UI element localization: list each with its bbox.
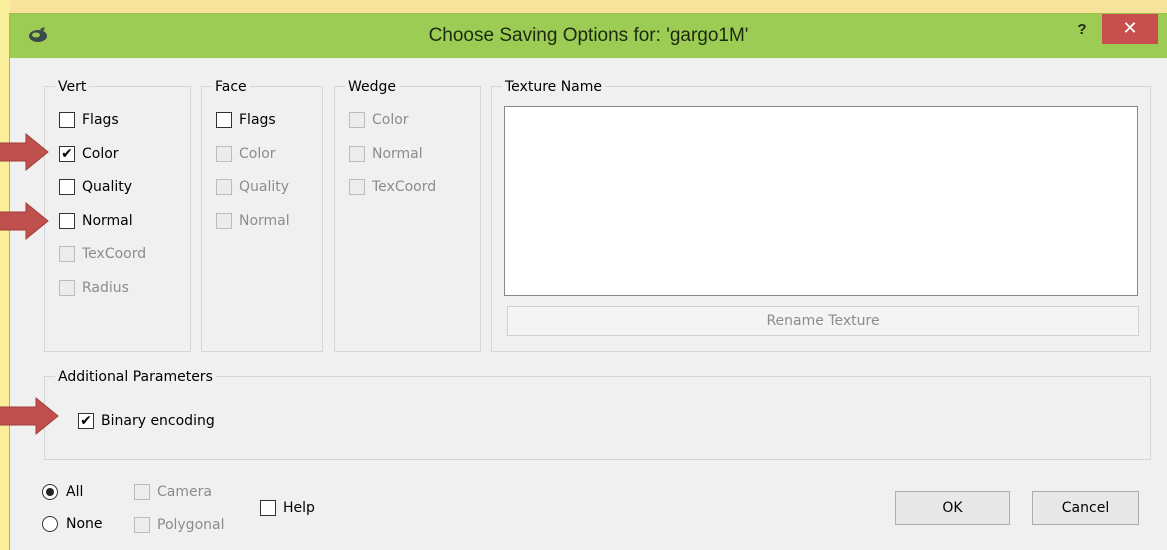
- vert-radius-box[interactable]: [59, 279, 75, 296]
- face-group-title: Face: [212, 78, 250, 96]
- save-options-dialog: Choose Saving Options for: 'gargo1M' ? ✕…: [10, 14, 1167, 550]
- vert-quality-label: Quality: [82, 179, 133, 195]
- vert-group: Vert Flags ✔ Color Quality Normal TexCoord Rad…: [44, 78, 191, 352]
- background-strip: [0, 0, 1167, 14]
- face-flags-label: Flags: [239, 112, 276, 128]
- camera-box[interactable]: [134, 484, 150, 500]
- wedge-group: Wedge Color Normal TexCoord: [334, 78, 481, 352]
- vert-quality-checkbox[interactable]: Quality: [59, 176, 132, 198]
- cancel-button[interactable]: Cancel: [1032, 491, 1139, 525]
- vert-texcoord-box[interactable]: [59, 246, 75, 262]
- binary-encoding-label: Binary encoding: [101, 413, 215, 429]
- radio-none-dot[interactable]: [42, 516, 58, 532]
- help-checkbox[interactable]: Help: [260, 497, 315, 519]
- binary-encoding-box[interactable]: ✔: [78, 413, 94, 429]
- face-color-box[interactable]: [216, 145, 232, 162]
- help-title-button[interactable]: ?: [1070, 18, 1094, 42]
- wedge-texcoord-label: TexCoord: [372, 179, 437, 195]
- vert-flags-box[interactable]: [59, 112, 75, 128]
- wedge-normal-box[interactable]: [349, 145, 365, 162]
- face-flags-box[interactable]: [216, 112, 232, 128]
- vert-normal-label: Normal: [82, 212, 133, 229]
- vert-quality-box[interactable]: [59, 179, 75, 195]
- vert-normal-box[interactable]: [59, 212, 75, 229]
- vert-flags-checkbox[interactable]: Flags: [59, 109, 119, 131]
- face-normal-label: Normal: [239, 212, 290, 229]
- binary-encoding-checkbox[interactable]: ✔ Binary encoding: [78, 410, 215, 432]
- ok-button[interactable]: OK: [895, 491, 1010, 525]
- camera-label: Camera: [157, 484, 212, 500]
- help-box[interactable]: [260, 500, 276, 516]
- face-color-label: Color: [239, 145, 276, 162]
- radio-none[interactable]: None: [42, 516, 103, 532]
- close-button[interactable]: ✕: [1102, 14, 1158, 44]
- additional-parameters-title: Additional Parameters: [55, 368, 216, 386]
- wedge-color-checkbox[interactable]: Color: [349, 109, 409, 131]
- vert-color-box[interactable]: ✔: [59, 145, 75, 162]
- dialog-title: Choose Saving Options for: 'gargo1M': [428, 25, 749, 46]
- wedge-group-title: Wedge: [345, 78, 400, 96]
- radio-all-dot[interactable]: [42, 484, 58, 500]
- face-group: Face Flags Color Quality Normal: [201, 78, 323, 352]
- polygonal-label: Polygonal: [157, 517, 225, 533]
- title-bar[interactable]: Choose Saving Options for: 'gargo1M' ? ✕: [10, 14, 1167, 58]
- vert-radius-checkbox[interactable]: Radius: [59, 277, 129, 299]
- wedge-normal-checkbox[interactable]: Normal: [349, 143, 423, 165]
- camera-checkbox[interactable]: Camera: [134, 481, 212, 503]
- face-quality-checkbox[interactable]: Quality: [216, 176, 289, 198]
- polygonal-box[interactable]: [134, 517, 150, 533]
- background-left: [0, 0, 10, 550]
- face-normal-checkbox[interactable]: Normal: [216, 210, 290, 232]
- radio-all[interactable]: All: [42, 484, 83, 500]
- face-normal-box[interactable]: [216, 212, 232, 229]
- vert-flags-label: Flags: [82, 112, 119, 128]
- face-color-checkbox[interactable]: Color: [216, 143, 276, 165]
- texture-group-title: Texture Name: [502, 78, 606, 96]
- wedge-texcoord-box[interactable]: [349, 179, 365, 195]
- face-quality-box[interactable]: [216, 179, 232, 195]
- polygonal-checkbox[interactable]: Polygonal: [134, 514, 224, 536]
- vert-group-title: Vert: [55, 78, 90, 96]
- vert-color-label: Color: [82, 145, 119, 162]
- arrow-vert-normal: [0, 201, 49, 241]
- wedge-normal-label: Normal: [372, 145, 423, 162]
- vert-texcoord-label: TexCoord: [82, 246, 147, 262]
- wedge-texcoord-checkbox[interactable]: TexCoord: [349, 176, 436, 198]
- vert-color-checkbox[interactable]: ✔ Color: [59, 143, 119, 165]
- help-label: Help: [283, 500, 315, 516]
- radio-all-label: All: [66, 484, 84, 500]
- face-quality-label: Quality: [239, 179, 290, 195]
- vert-normal-checkbox[interactable]: Normal: [59, 210, 133, 232]
- vert-radius-label: Radius: [82, 279, 129, 296]
- vert-texcoord-checkbox[interactable]: TexCoord: [59, 243, 146, 265]
- wedge-color-box[interactable]: [349, 112, 365, 128]
- rename-texture-button[interactable]: Rename Texture: [507, 306, 1139, 336]
- face-flags-checkbox[interactable]: Flags: [216, 109, 276, 131]
- arrow-binary-encoding: [0, 396, 59, 436]
- arrow-vert-color: [0, 132, 49, 172]
- wedge-color-label: Color: [372, 112, 409, 128]
- texture-name-list[interactable]: [504, 106, 1138, 296]
- radio-none-label: None: [66, 516, 103, 532]
